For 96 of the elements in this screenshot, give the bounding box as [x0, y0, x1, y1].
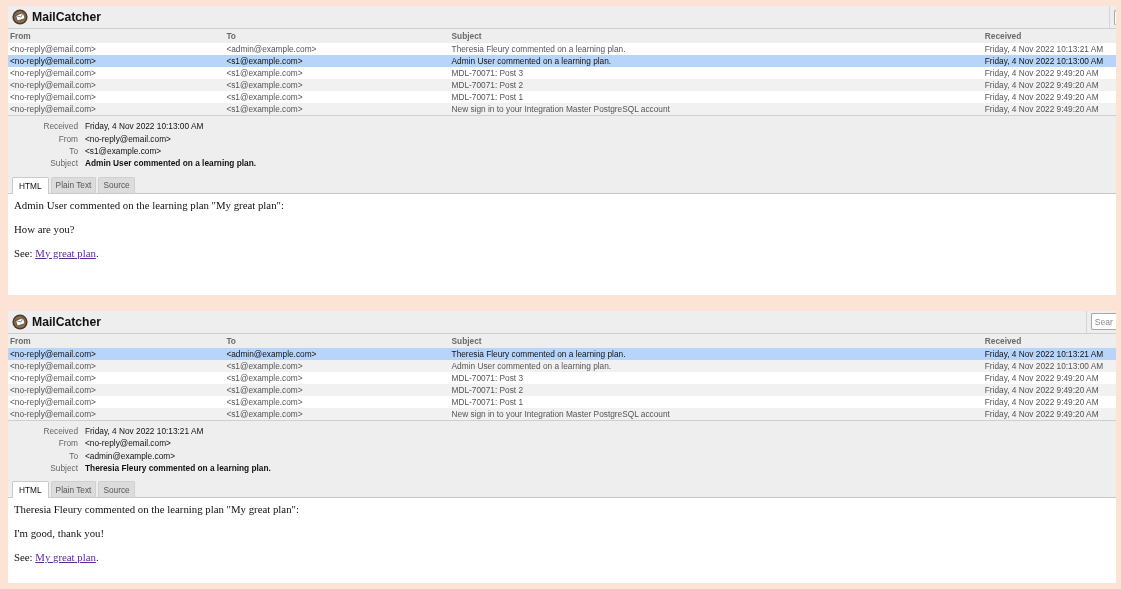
date-cell-text: Friday, 4 Nov 2022 9:49:20 AM — [984, 79, 1100, 91]
recipient-cell-text: <s1@example.com> — [226, 55, 304, 67]
recipient-cell-text: <s1@example.com> — [226, 91, 304, 103]
column-header[interactable]: Subject — [451, 29, 985, 43]
recipient-cell-text: <s1@example.com> — [226, 371, 304, 384]
message-paragraph: Theresia Fleury commented on the learning plan "My great plan": — [14, 503, 300, 517]
message-paragraph: Admin User commented on the learning plan "My great plan": — [14, 198, 285, 212]
recipient-cell-text: <s1@example.com> — [226, 67, 304, 79]
date-cell-text: Friday, 4 Nov 2022 9:49:20 AM — [984, 395, 1100, 408]
detail-value: Friday, 4 Nov 2022 10:13:00 AM — [85, 121, 205, 132]
sender-cell-text: <no-reply@email.com> — [10, 383, 97, 396]
detail-label: From — [57, 438, 78, 449]
app-title: MailCatcher — [32, 314, 102, 329]
subject-cell-text: Theresia Fleury commented on a learning plan. — [451, 43, 627, 55]
subject-cell-text: MDL-70071: Post 1 — [451, 91, 525, 103]
subject-cell-text: MDL-70071: Post 2 — [451, 79, 525, 91]
recipient-cell-text: <s1@example.com> — [226, 79, 304, 91]
recipient-cell-text: <s1@example.com> — [226, 103, 304, 115]
view-tab[interactable]: Plain Text — [50, 481, 97, 498]
message-paragraph: See: My great plan. — [14, 246, 100, 260]
view-tab[interactable]: Source — [98, 481, 135, 498]
date-cell-text: Friday, 4 Nov 2022 9:49:20 AM — [984, 67, 1100, 79]
sender-cell-text: <no-reply@email.com> — [10, 67, 97, 79]
subject-cell-text: MDL-70071: Post 3 — [451, 371, 525, 384]
date-cell-text: Friday, 4 Nov 2022 9:49:20 AM — [984, 103, 1100, 115]
column-header[interactable]: To — [226, 333, 452, 348]
sender-cell-text: <no-reply@email.com> — [10, 43, 97, 55]
message-row[interactable]: <no-reply@email.com> <admin@example.com> Theresia Fleury commented on a learning plan. Friday, 4 Nov 2022 10:13:21 AM — [8, 347, 1116, 360]
detail-value: <no-reply@email.com> — [85, 438, 172, 449]
recipient-cell-text: <admin@example.com> — [226, 347, 318, 360]
subject-cell-text: New sign in to your Integration Master PostgreSQL account — [451, 407, 671, 420]
message-paragraph: See: My great plan. — [14, 551, 100, 565]
date-cell-text: Friday, 4 Nov 2022 9:49:20 AM — [984, 371, 1100, 384]
column-header[interactable]: Subject — [451, 333, 985, 348]
detail-label: From — [57, 133, 78, 144]
date-cell-text: Friday, 4 Nov 2022 9:49:20 AM — [984, 91, 1100, 103]
sender-cell-text: <no-reply@email.com> — [10, 359, 97, 372]
date-cell-text: Friday, 4 Nov 2022 10:13:21 AM — [984, 43, 1105, 55]
subject-cell-text: MDL-70071: Post 2 — [451, 383, 525, 396]
recipient-cell-text: <s1@example.com> — [226, 359, 304, 372]
subject-cell-text: Theresia Fleury commented on a learning plan. — [451, 347, 627, 360]
column-header[interactable]: Received — [984, 333, 1114, 348]
detail-label: Subject — [49, 158, 78, 169]
subject-cell-text: New sign in to your Integration Master PostgreSQL account — [451, 103, 671, 115]
subject-cell-text: Admin User commented on a learning plan. — [451, 55, 613, 67]
view-tab[interactable]: HTML — [12, 481, 49, 499]
subject-cell-text: MDL-70071: Post 3 — [451, 67, 525, 79]
detail-label: Received — [42, 121, 78, 132]
view-tab[interactable]: Source — [98, 176, 135, 193]
message-paragraph: I'm good, thank you! — [14, 527, 106, 541]
message-row[interactable]: <no-reply@email.com> <s1@example.com> MDL-70071: Post 3 Friday, 4 Nov 2022 9:49:20 AM — [8, 67, 1116, 79]
recipient-cell-text: <s1@example.com> — [226, 395, 304, 408]
detail-label: To — [68, 450, 78, 461]
message-row[interactable]: <no-reply@email.com> <admin@example.com> Theresia Fleury commented on a learning plan. Friday, 4 Nov 2022 10:13:21 AM — [8, 43, 1116, 55]
recipient-cell-text: <s1@example.com> — [226, 383, 304, 396]
date-cell-text: Friday, 4 Nov 2022 10:13:00 AM — [984, 359, 1105, 372]
detail-value: Admin User commented on a learning plan. — [85, 158, 257, 169]
sender-cell-text: <no-reply@email.com> — [10, 79, 97, 91]
detail-value: <no-reply@email.com> — [85, 133, 172, 144]
sender-cell-text: <no-reply@email.com> — [10, 91, 97, 103]
date-cell-text: Friday, 4 Nov 2022 9:49:20 AM — [984, 407, 1100, 420]
recipient-cell-text: <s1@example.com> — [226, 407, 304, 420]
sender-cell-text: <no-reply@email.com> — [10, 103, 97, 115]
subject-cell-text: MDL-70071: Post 1 — [451, 395, 525, 408]
date-cell-text: Friday, 4 Nov 2022 10:13:00 AM — [984, 55, 1105, 67]
column-header[interactable]: From — [10, 29, 227, 43]
column-header[interactable]: Received — [984, 29, 1114, 43]
sender-cell-text: <no-reply@email.com> — [10, 347, 97, 360]
message-paragraph: How are you? — [14, 222, 76, 236]
recipient-cell-text: <admin@example.com> — [226, 43, 318, 55]
detail-value: Friday, 4 Nov 2022 10:13:21 AM — [85, 425, 205, 436]
logo-icon — [12, 9, 28, 25]
search-field[interactable]: Sear — [1090, 313, 1116, 331]
detail-value: Theresia Fleury commented on a learning plan. — [85, 462, 271, 473]
detail-label: To — [68, 145, 78, 156]
column-header[interactable]: From — [10, 333, 227, 348]
message-row[interactable]: <no-reply@email.com> <s1@example.com> MDL-70071: Post 1 Friday, 4 Nov 2022 9:49:20 AM — [8, 91, 1116, 103]
plan-link[interactable]: My great plan — [35, 246, 96, 259]
column-header[interactable]: To — [226, 29, 452, 43]
view-tab[interactable]: HTML — [12, 176, 49, 194]
logo-icon — [12, 313, 28, 330]
date-cell-text: Friday, 4 Nov 2022 9:49:20 AM — [984, 383, 1100, 396]
sender-cell-text: <no-reply@email.com> — [10, 407, 97, 420]
message-row[interactable]: <no-reply@email.com> <s1@example.com> Admin User commented on a learning plan. Friday, 4 Nov 2022 10:13:00 AM — [8, 55, 1116, 67]
plan-link[interactable]: My great plan — [35, 551, 96, 564]
app-title: MailCatcher — [32, 10, 102, 24]
detail-value: <s1@example.com> — [85, 145, 163, 156]
sender-cell-text: <no-reply@email.com> — [10, 371, 97, 384]
sender-cell-text: <no-reply@email.com> — [10, 395, 97, 408]
sender-cell-text: <no-reply@email.com> — [10, 55, 97, 67]
subject-cell-text: Admin User commented on a learning plan. — [451, 359, 613, 372]
detail-label: Received — [42, 425, 78, 436]
view-tab[interactable]: Plain Text — [50, 176, 97, 193]
date-cell-text: Friday, 4 Nov 2022 10:13:21 AM — [984, 347, 1105, 360]
detail-value: <admin@example.com> — [85, 450, 177, 461]
detail-label: Subject — [49, 462, 78, 473]
